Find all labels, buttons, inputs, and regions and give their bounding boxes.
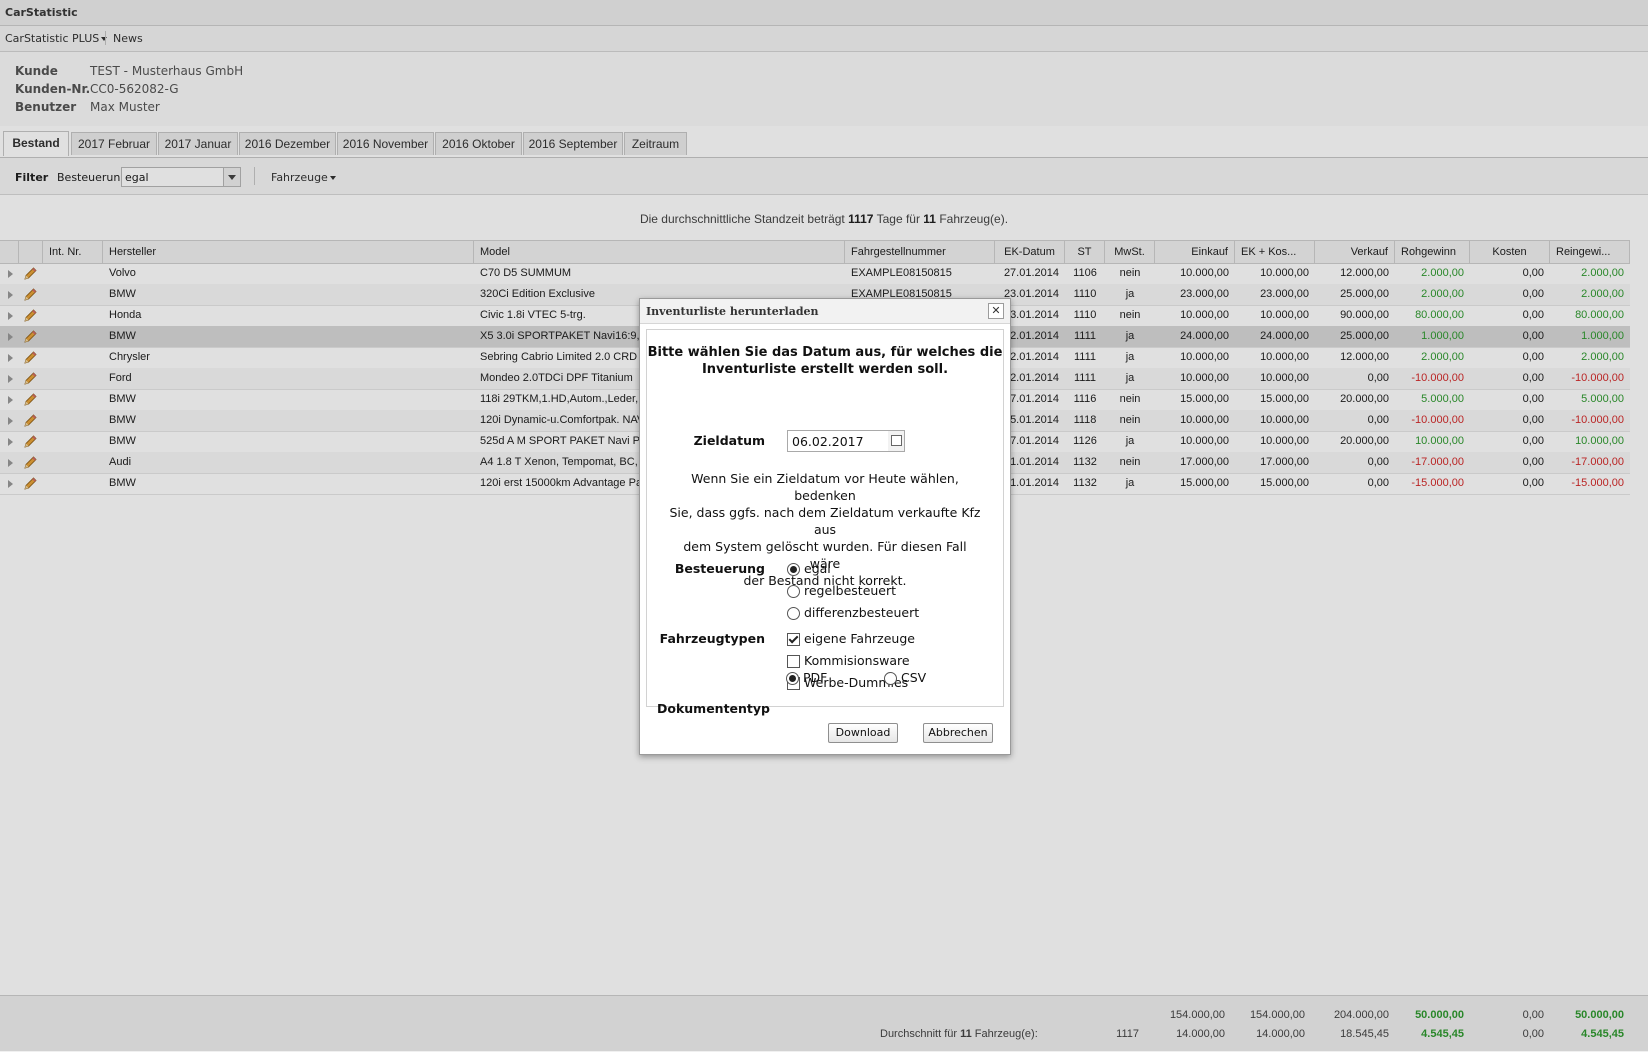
- radio-selected-icon[interactable]: [787, 563, 800, 576]
- calendar-glyph: [891, 435, 902, 446]
- option-label: CSV: [901, 670, 927, 685]
- radio-selected-icon[interactable]: [786, 672, 799, 685]
- zieldatum-input[interactable]: 06.02.2017: [787, 430, 890, 452]
- option-label: egal: [804, 561, 831, 576]
- app-window: CarStatistic CarStatistic PLUS News Kund…: [0, 0, 1648, 1052]
- radio-icon[interactable]: [787, 585, 800, 598]
- besteuerung-label: Besteuerung: [674, 561, 765, 576]
- option-label: PDF: [803, 670, 828, 685]
- fahrzeugtypen-label: Fahrzeugtypen: [659, 631, 765, 646]
- radio-icon[interactable]: [787, 607, 800, 620]
- dialog-body: Bitte wählen Sie das Datum aus, für welc…: [646, 329, 1004, 716]
- dialog-title: Inventurliste herunterladen: [646, 305, 819, 318]
- download-button[interactable]: Download: [828, 723, 898, 743]
- dialog-heading-line1: Bitte wählen Sie das Datum aus, für welc…: [647, 345, 1003, 360]
- option-label: differenzbesteuert: [804, 605, 920, 620]
- dialog-heading-line2: Inventurliste erstellt werden soll.: [701, 362, 949, 377]
- zieldatum-value: 06.02.2017: [792, 434, 864, 449]
- dokumententyp-label: Dokumententyp: [657, 701, 771, 716]
- close-icon[interactable]: ✕: [988, 303, 1004, 319]
- zieldatum-label: Zieldatum: [693, 433, 765, 448]
- inventurliste-dialog: Inventurliste herunterladen ✕ Bitte wähl…: [639, 298, 1011, 755]
- radio-icon[interactable]: [884, 672, 897, 685]
- checkbox-icon[interactable]: [787, 655, 800, 668]
- option-label: eigene Fahrzeuge: [804, 631, 915, 646]
- note-line1: Wenn Sie ein Zieldatum vor Heute wählen,…: [691, 471, 959, 503]
- note-line2: Sie, dass ggfs. nach dem Zieldatum verka…: [669, 505, 981, 537]
- option-label: regelbesteuert: [804, 583, 897, 598]
- option-label: Kommisionsware: [804, 653, 910, 668]
- abbrechen-button[interactable]: Abbrechen: [923, 723, 993, 743]
- calendar-icon[interactable]: [888, 430, 905, 452]
- checkbox-checked-icon[interactable]: [787, 633, 800, 646]
- dialog-heading: Bitte wählen Sie das Datum aus, für welc…: [647, 344, 1003, 378]
- dialog-titlebar: Inventurliste herunterladen ✕: [640, 299, 1010, 324]
